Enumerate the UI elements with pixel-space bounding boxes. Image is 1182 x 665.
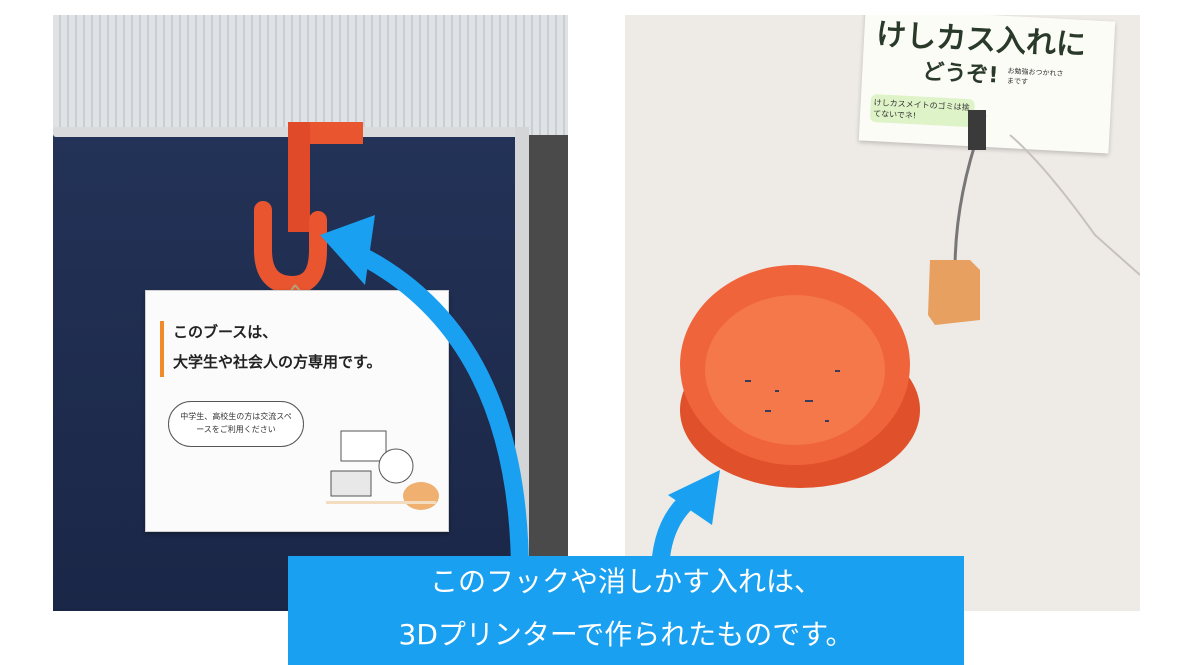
caption-line-1: このフックや消しかす入れは、 — [429, 565, 822, 598]
arrow-to-hook — [341, 241, 529, 584]
caption-box: このフックや消しかす入れは、 3Dプリンターで作られたものです。 — [288, 556, 964, 665]
arrow-to-hook-head — [320, 215, 375, 285]
caption-line-2: 3Dプリンターで作られたものです。 — [398, 618, 854, 651]
